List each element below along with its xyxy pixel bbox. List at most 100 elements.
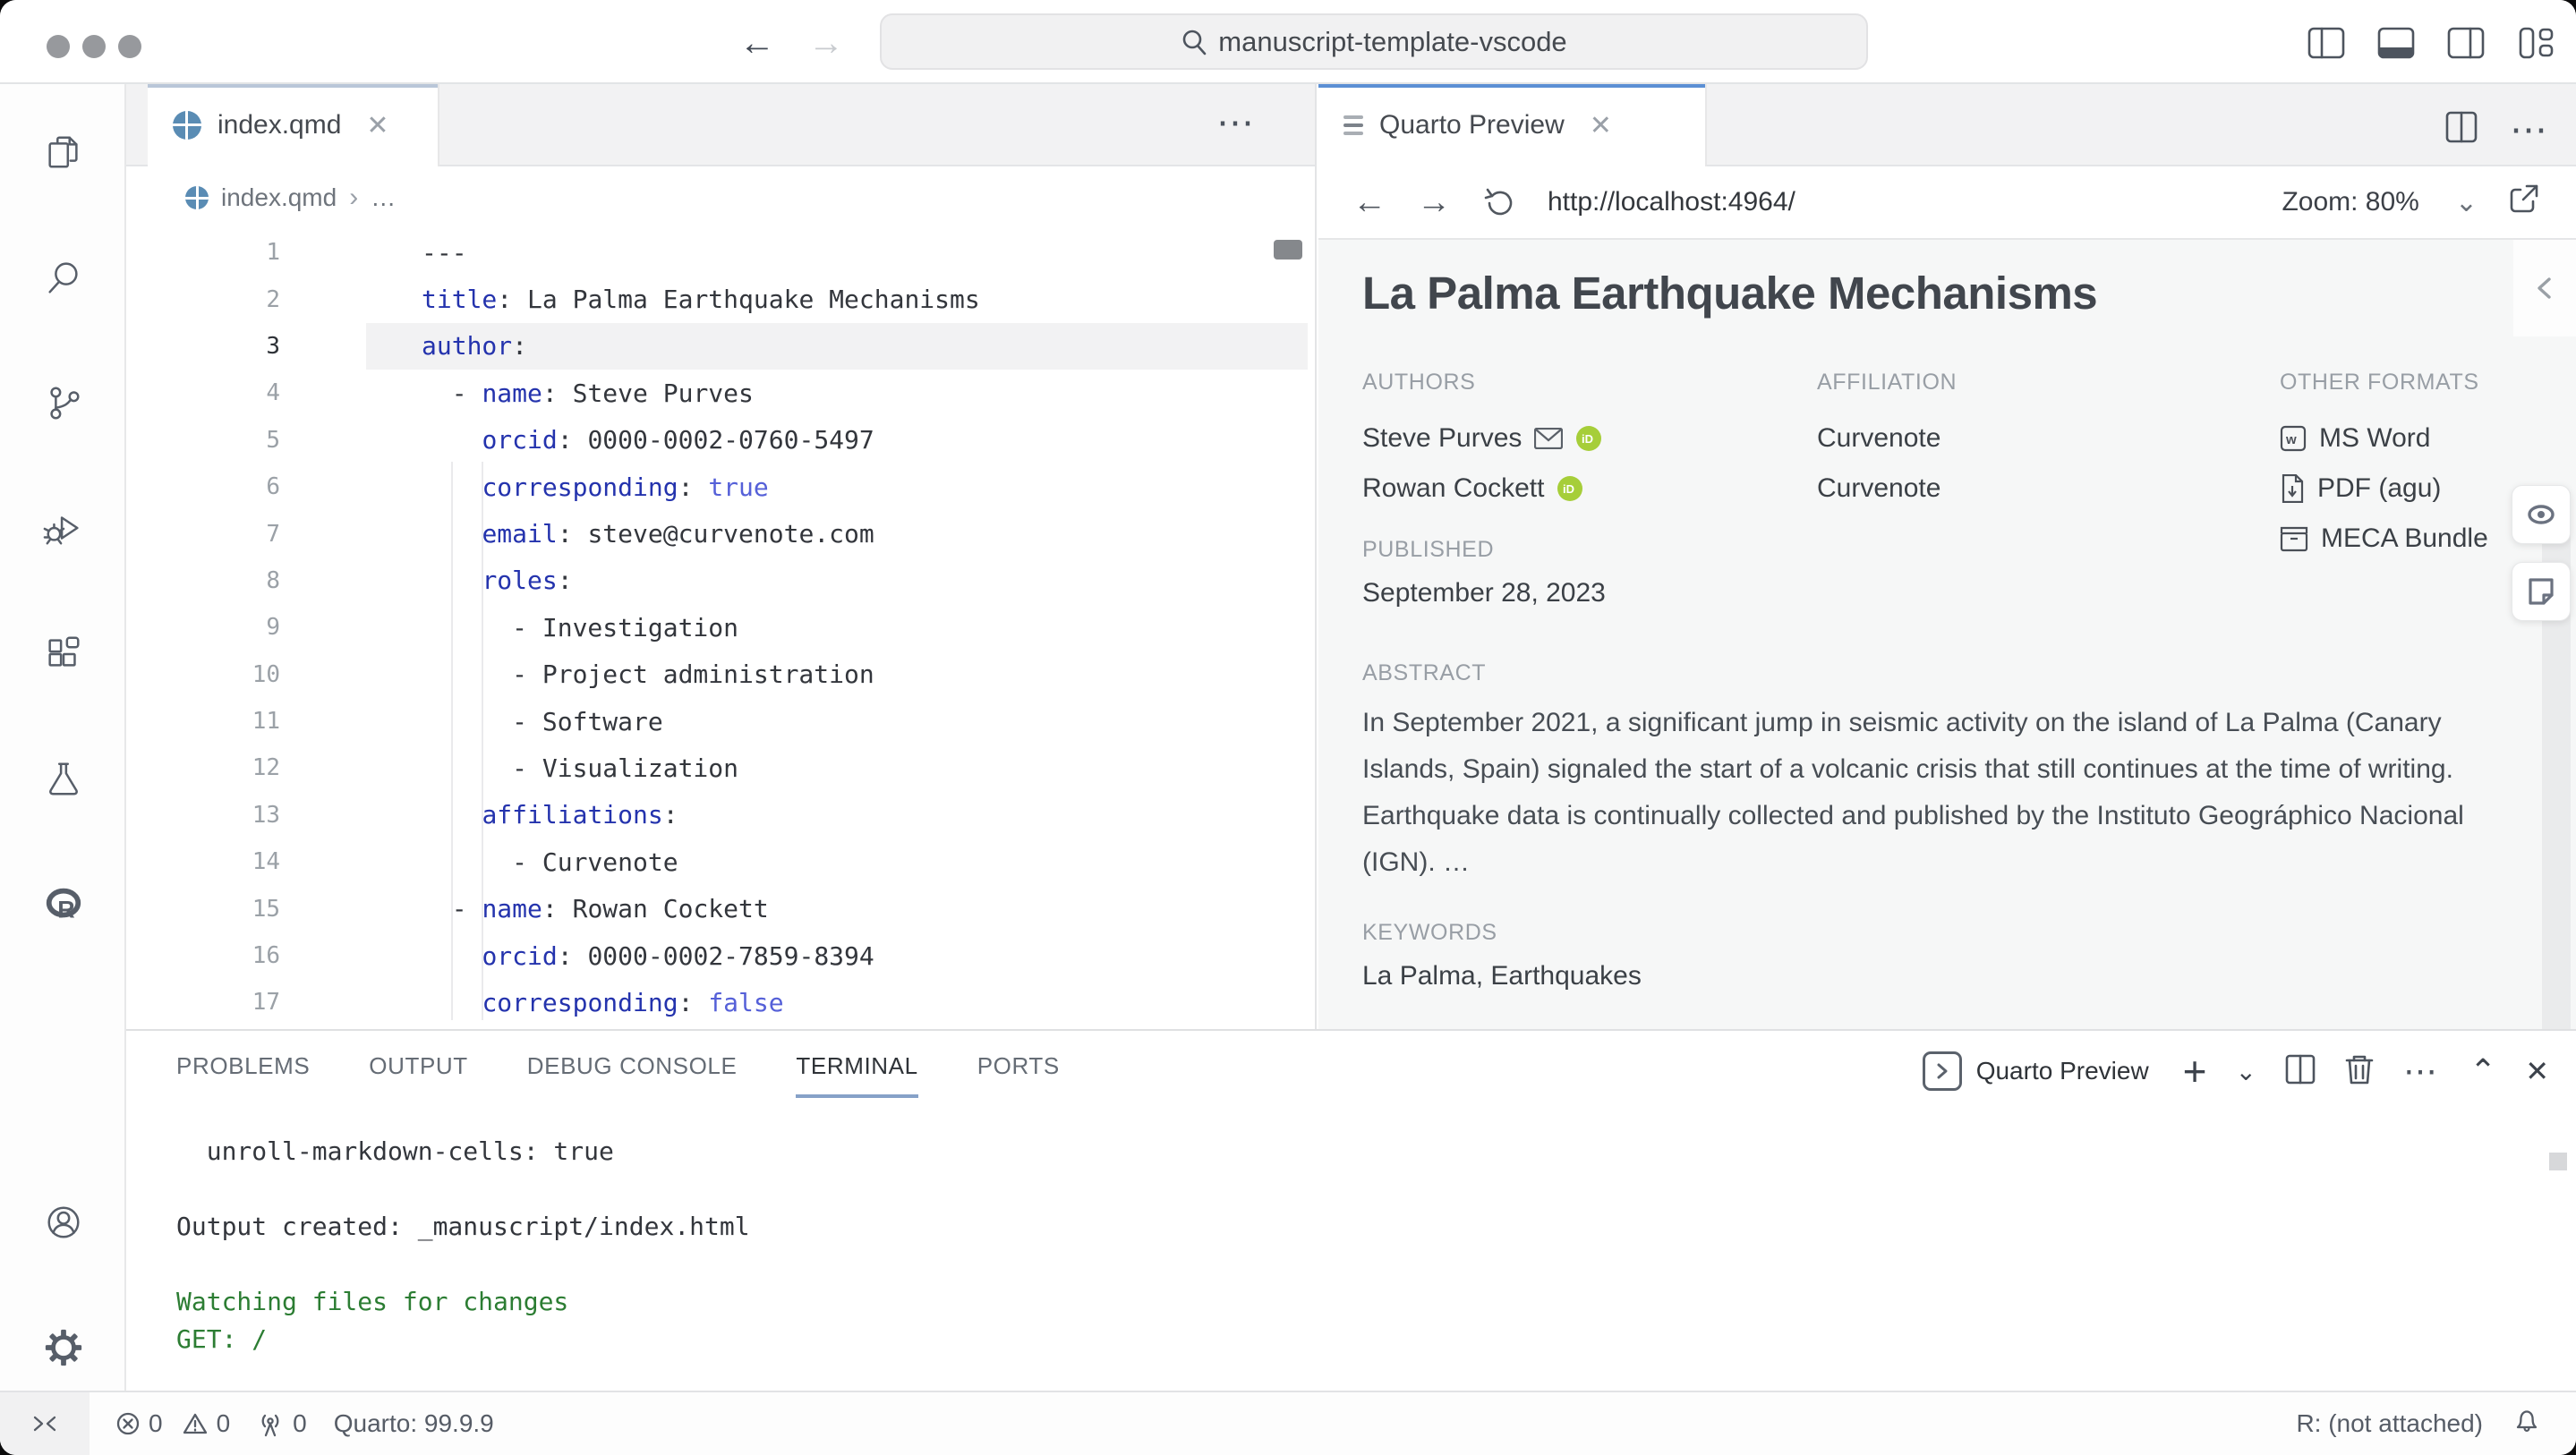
reader-view-button[interactable]: [2512, 485, 2571, 544]
tab-index-qmd[interactable]: index.qmd ✕: [148, 84, 439, 166]
code-line[interactable]: 15 - name: Rowan Cockett: [126, 885, 1315, 932]
more-actions-icon[interactable]: ⋯: [2510, 107, 2551, 151]
line-number: 7: [126, 521, 352, 548]
preview-forward-icon[interactable]: →: [1417, 183, 1451, 222]
preview-url[interactable]: http://localhost:4964/: [1548, 187, 1796, 217]
code-editor[interactable]: 1---2title: La Palma Earthquake Mechanis…: [126, 229, 1315, 1029]
open-external-icon[interactable]: [2508, 183, 2540, 222]
email-icon[interactable]: [1534, 428, 1563, 449]
terminal-dropdown-icon[interactable]: ⌄: [2236, 1057, 2256, 1086]
remote-indicator[interactable]: [0, 1392, 90, 1455]
line-number: 13: [126, 802, 352, 829]
problems-status[interactable]: 0 0: [116, 1409, 230, 1438]
affiliation-label: AFFILIATION: [1817, 370, 1957, 396]
breadcrumb[interactable]: index.qmd › …: [126, 166, 1315, 229]
panel-tab-debug-console[interactable]: DEBUG CONSOLE: [527, 1052, 738, 1098]
close-window-icon[interactable]: [47, 35, 70, 58]
settings-gear-icon[interactable]: [42, 1326, 85, 1369]
close-panel-icon[interactable]: ✕: [2525, 1054, 2549, 1088]
code-line[interactable]: 17 corresponding: false: [126, 979, 1315, 1025]
code-line[interactable]: 5 orcid: 0000-0002-0760-5497: [126, 417, 1315, 464]
code-line[interactable]: 12 - Visualization: [126, 745, 1315, 791]
explorer-icon[interactable]: [42, 131, 85, 174]
terminal-line: [176, 1174, 2522, 1212]
code-line[interactable]: 16 orcid: 0000-0002-7859-8394: [126, 932, 1315, 979]
code-line[interactable]: 10 - Project administration: [126, 651, 1315, 698]
code-line[interactable]: 1---: [126, 229, 1315, 276]
terminal-instance-label: Quarto Preview: [1976, 1057, 2149, 1085]
minimize-window-icon[interactable]: [82, 35, 106, 58]
run-debug-icon[interactable]: [42, 506, 85, 549]
terminal-instance[interactable]: Quarto Preview: [1923, 1051, 2149, 1091]
toggle-primary-sidebar-icon[interactable]: [2307, 27, 2345, 59]
tab-quarto-preview[interactable]: Quarto Preview ✕: [1318, 84, 1707, 166]
notifications-bell-icon[interactable]: [2513, 1408, 2540, 1441]
code-line[interactable]: 8 roles:: [126, 557, 1315, 604]
quarto-file-icon: [185, 186, 209, 209]
more-actions-icon[interactable]: ⋯: [2403, 1051, 2441, 1092]
zoom-window-icon[interactable]: [118, 35, 141, 58]
code-line[interactable]: 3author:: [126, 323, 1315, 370]
search-icon[interactable]: [42, 256, 85, 299]
orcid-icon[interactable]: iD: [1557, 475, 1583, 502]
code-line[interactable]: 7 email: steve@curvenote.com: [126, 510, 1315, 557]
remote-icon: [31, 1410, 58, 1437]
editor-scrollbar-thumb[interactable]: [1274, 240, 1302, 260]
panel-tab-ports[interactable]: PORTS: [977, 1052, 1060, 1098]
line-number: 10: [126, 661, 352, 688]
code-line[interactable]: 6 corresponding: true: [126, 464, 1315, 510]
code-line[interactable]: 2title: La Palma Earthquake Mechanisms: [126, 276, 1315, 322]
code-line[interactable]: 14 - Curvenote: [126, 838, 1315, 885]
breadcrumb-more[interactable]: …: [371, 183, 396, 212]
kill-terminal-icon[interactable]: [2344, 1053, 2375, 1090]
panel-tab-problems[interactable]: PROBLEMS: [176, 1052, 310, 1098]
more-actions-icon[interactable]: ⋯: [1216, 100, 1258, 144]
line-number: 4: [126, 379, 352, 406]
forwarded-ports-status[interactable]: 0: [257, 1409, 307, 1438]
quarto-file-icon: [173, 111, 201, 140]
history-back-button[interactable]: ←: [739, 23, 775, 64]
refresh-icon[interactable]: [1481, 185, 1515, 219]
preview-document: La Palma Earthquake Mechanisms AUTHORS S…: [1318, 240, 2576, 1029]
r-language-icon[interactable]: R: [42, 882, 85, 925]
panel-tab-output[interactable]: OUTPUT: [369, 1052, 467, 1098]
account-icon[interactable]: [42, 1201, 85, 1244]
code-line[interactable]: 9 - Investigation: [126, 604, 1315, 651]
split-editor-icon[interactable]: [2445, 111, 2478, 148]
new-terminal-icon[interactable]: +: [2183, 1047, 2207, 1095]
customize-layout-icon[interactable]: [2517, 27, 2555, 59]
toc-collapse-button[interactable]: [2513, 240, 2576, 336]
source-control-icon[interactable]: [42, 381, 85, 424]
maximize-panel-icon[interactable]: ⌃: [2469, 1052, 2496, 1090]
extensions-icon[interactable]: [42, 632, 85, 675]
activity-bar: R: [0, 84, 126, 1391]
zoom-level[interactable]: Zoom: 80%: [2282, 187, 2418, 217]
window-controls[interactable]: [47, 35, 141, 58]
command-center-search[interactable]: manuscript-template-vscode: [880, 13, 1868, 70]
code-line[interactable]: 13 affiliations:: [126, 792, 1315, 838]
panel-tab-terminal[interactable]: TERMINAL: [796, 1052, 917, 1098]
orcid-icon[interactable]: iD: [1575, 425, 1602, 452]
chevron-down-icon[interactable]: ⌄: [2455, 187, 2478, 218]
terminal-scrollbar-thumb[interactable]: [2549, 1153, 2567, 1170]
split-terminal-icon[interactable]: [2285, 1054, 2316, 1089]
format-link[interactable]: PDF (agu): [2280, 464, 2488, 514]
preview-back-icon[interactable]: ←: [1352, 183, 1386, 222]
history-forward-button[interactable]: →: [808, 23, 844, 64]
annotation-button[interactable]: [2512, 562, 2571, 621]
testing-icon[interactable]: [42, 757, 85, 800]
breadcrumb-file[interactable]: index.qmd: [221, 183, 337, 212]
format-link[interactable]: MECA Bundle: [2280, 514, 2488, 564]
code-line[interactable]: 4 - name: Steve Purves: [126, 370, 1315, 416]
toggle-secondary-sidebar-icon[interactable]: [2447, 27, 2485, 59]
keywords-label: KEYWORDS: [1362, 920, 1497, 946]
code-line[interactable]: 11 - Software: [126, 698, 1315, 745]
r-status[interactable]: R: (not attached): [2296, 1409, 2483, 1438]
format-link[interactable]: wMS Word: [2280, 413, 2488, 464]
document-title: La Palma Earthquake Mechanisms: [1362, 267, 2097, 319]
toggle-panel-icon[interactable]: [2377, 27, 2415, 59]
close-tab-icon[interactable]: ✕: [1590, 110, 1612, 141]
quarto-version-status[interactable]: Quarto: 99.9.9: [334, 1409, 494, 1438]
close-tab-icon[interactable]: ✕: [366, 110, 388, 141]
terminal-output[interactable]: unroll-markdown-cells: true Output creat…: [176, 1136, 2522, 1362]
